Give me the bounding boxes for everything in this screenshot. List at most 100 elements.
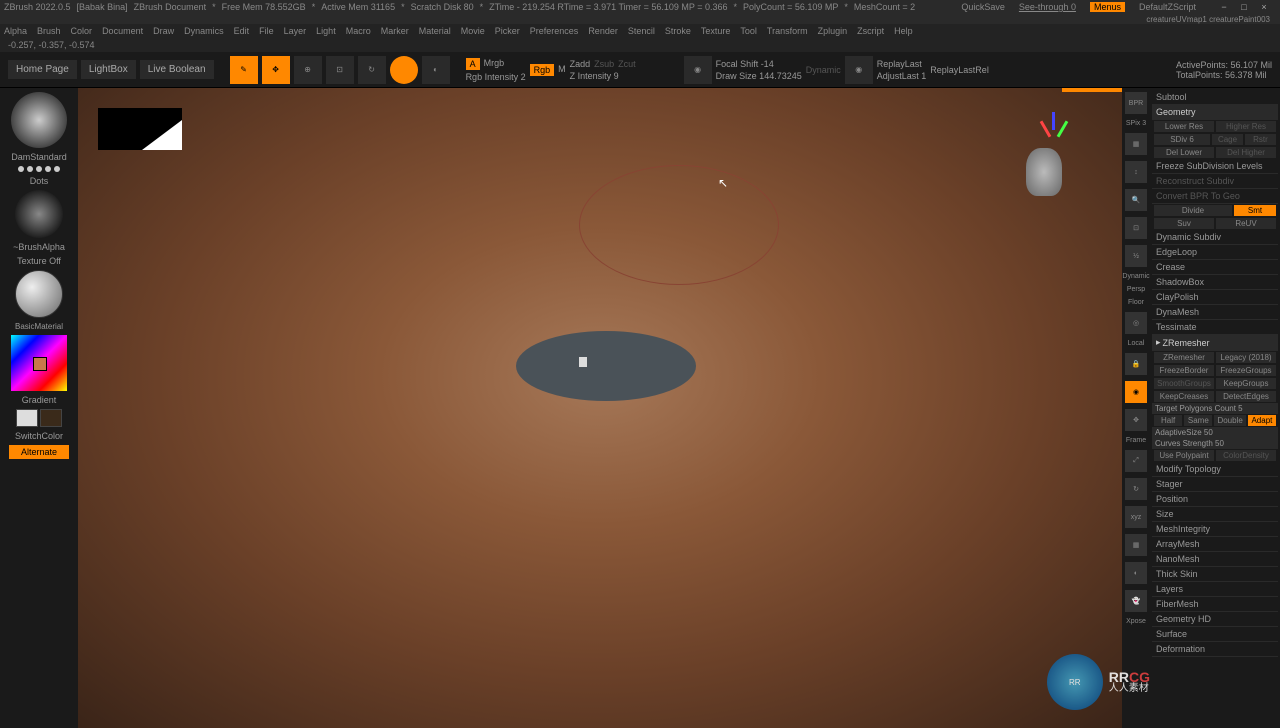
colordensity-btn[interactable]: ColorDensity (1216, 450, 1276, 461)
deformation[interactable]: Deformation (1152, 642, 1278, 657)
home-page-btn[interactable]: Home Page (8, 60, 77, 79)
move-mode-btn[interactable]: ⊕ (294, 56, 322, 84)
fibermesh[interactable]: FiberMesh (1152, 597, 1278, 612)
menu-help[interactable]: Help (894, 26, 913, 36)
edit-mode-btn[interactable]: ✎ (230, 56, 258, 84)
color-swatches[interactable] (16, 409, 62, 427)
scroll-icon[interactable]: ↕ (1125, 161, 1147, 183)
xpose-label[interactable]: Xpose (1126, 618, 1146, 625)
rgb-intensity[interactable]: Rgb Intensity 2 (466, 72, 526, 82)
convert-bpr-btn[interactable]: Convert BPR To Geo (1152, 189, 1278, 204)
menus-btn[interactable]: Menus (1090, 2, 1125, 12)
rotate-mode-btn[interactable]: ↻ (358, 56, 386, 84)
crease[interactable]: Crease (1152, 260, 1278, 275)
rstr-btn[interactable]: Rstr (1245, 134, 1276, 145)
gradient-label[interactable]: Gradient (22, 395, 57, 405)
lower-res-btn[interactable]: Lower Res (1154, 121, 1214, 132)
zremesher-section[interactable]: ▸ ZRemesher (1152, 335, 1278, 351)
menu-movie[interactable]: Movie (461, 26, 485, 36)
close-icon[interactable]: × (1258, 1, 1270, 13)
menu-preferences[interactable]: Preferences (530, 26, 579, 36)
zremesher-btn[interactable]: ZRemesher (1154, 352, 1214, 363)
tessimate[interactable]: Tessimate (1152, 320, 1278, 335)
menu-layer[interactable]: Layer (284, 26, 307, 36)
zsub-btn[interactable]: Zsub (594, 59, 614, 69)
axis-gizmo[interactable] (1036, 112, 1072, 148)
menu-brush[interactable]: Brush (37, 26, 61, 36)
nanomesh[interactable]: NanoMesh (1152, 552, 1278, 567)
dynamic-label[interactable]: Dynamic (1122, 273, 1149, 280)
menu-zplugin[interactable]: Zplugin (818, 26, 848, 36)
mrgb-a[interactable]: A (466, 58, 480, 70)
detectedges-btn[interactable]: DetectEdges (1216, 391, 1276, 402)
cage-btn[interactable]: Cage (1212, 134, 1243, 145)
sdiv-slider[interactable]: SDiv 6 (1154, 134, 1210, 145)
polyframe-icon[interactable]: ▦ (1125, 534, 1147, 556)
menu-document[interactable]: Document (102, 26, 143, 36)
viewport[interactable]: ↖ (78, 88, 1122, 728)
zadd-btn[interactable]: Zadd (570, 59, 591, 69)
keepcreases-btn[interactable]: KeepCreases (1154, 391, 1214, 402)
menu-alpha[interactable]: Alpha (4, 26, 27, 36)
lock-icon[interactable]: 🔒 (1125, 353, 1147, 375)
adapt-btn[interactable]: Adapt (1248, 415, 1276, 426)
sculptris-btn[interactable] (390, 56, 418, 84)
dynamic-subdiv[interactable]: Dynamic Subdiv (1152, 230, 1278, 245)
xyz-icon[interactable]: xyz (1125, 506, 1147, 528)
replay-last[interactable]: ReplayLast (877, 59, 927, 69)
curves-strength-slider[interactable]: Curves Strength 50 (1152, 438, 1278, 449)
focal-icon[interactable]: ◉ (684, 56, 712, 84)
claypolish[interactable]: ClayPolish (1152, 290, 1278, 305)
alpha-preview[interactable] (15, 190, 63, 238)
move-view-icon[interactable]: ✥ (1125, 409, 1147, 431)
subtool-header[interactable]: Subtool (1152, 90, 1278, 105)
menu-stencil[interactable]: Stencil (628, 26, 655, 36)
stager[interactable]: Stager (1152, 477, 1278, 492)
freezegroups-btn[interactable]: FreezeGroups (1216, 365, 1276, 376)
geometry-header[interactable]: Geometry (1152, 105, 1278, 120)
transp-icon[interactable]: ◐ (1125, 562, 1147, 584)
lightbox-btn[interactable]: LightBox (81, 60, 136, 79)
draw-size[interactable]: Draw Size 144.73245 (716, 71, 802, 81)
minimize-icon[interactable]: − (1218, 1, 1230, 13)
menu-color[interactable]: Color (71, 26, 93, 36)
half-btn[interactable]: Half (1154, 415, 1182, 426)
menu-marker[interactable]: Marker (381, 26, 409, 36)
alternate-btn[interactable]: Alternate (9, 445, 69, 459)
geometryhd[interactable]: Geometry HD (1152, 612, 1278, 627)
menu-dynamics[interactable]: Dynamics (184, 26, 224, 36)
scale-view-icon[interactable]: ⤢ (1125, 450, 1147, 472)
seethrough[interactable]: See-through 0 (1019, 2, 1076, 12)
menu-material[interactable]: Material (419, 26, 451, 36)
spix-label[interactable]: SPix 3 (1126, 120, 1146, 127)
del-lower-btn[interactable]: Del Lower (1154, 147, 1214, 158)
dynamic-brush[interactable]: Dynamic (806, 65, 841, 75)
thickskin[interactable]: Thick Skin (1152, 567, 1278, 582)
frame-icon[interactable]: ◉ (1125, 381, 1147, 403)
default-script[interactable]: DefaultZScript (1139, 2, 1196, 12)
menu-file[interactable]: File (259, 26, 274, 36)
mini-model-preview[interactable] (1026, 148, 1062, 196)
draw-icon[interactable]: ◉ (845, 56, 873, 84)
bpr-icon[interactable]: BPR (1125, 92, 1147, 114)
color-picker[interactable] (11, 335, 67, 391)
double-btn[interactable]: Double (1214, 415, 1245, 426)
focal-shift[interactable]: Focal Shift -14 (716, 59, 802, 69)
z-intensity[interactable]: Z Intensity 9 (570, 71, 636, 81)
menu-stroke[interactable]: Stroke (665, 26, 691, 36)
menu-light[interactable]: Light (316, 26, 336, 36)
menu-zscript[interactable]: Zscript (857, 26, 884, 36)
reconstruct-btn[interactable]: Reconstruct Subdiv (1152, 174, 1278, 189)
material-preview[interactable] (15, 270, 63, 318)
size[interactable]: Size (1152, 507, 1278, 522)
zcut-btn[interactable]: Zcut (618, 59, 636, 69)
smt-btn[interactable]: Smt (1234, 205, 1276, 216)
switchcolor-btn[interactable]: SwitchColor (15, 431, 63, 441)
persp-label[interactable]: Persp (1127, 286, 1145, 293)
ghost-icon[interactable]: 👻 (1125, 590, 1147, 612)
menu-draw[interactable]: Draw (153, 26, 174, 36)
zoom-icon[interactable]: 🔍 (1125, 189, 1147, 211)
gizmo-btn[interactable]: ◐ (422, 56, 450, 84)
divide-btn[interactable]: Divide (1154, 205, 1232, 216)
m-btn[interactable]: M (558, 64, 566, 76)
